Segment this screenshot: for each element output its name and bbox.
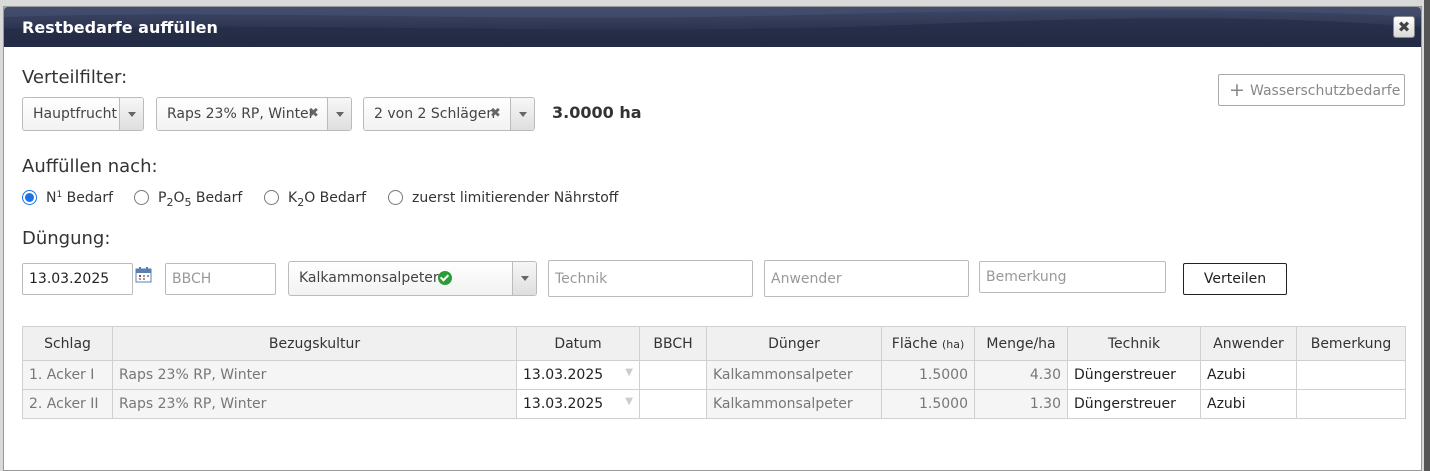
cell-bemerkung[interactable] (1296, 360, 1406, 390)
table-row: 1. Acker I Raps 23% RP, Winter 13.03.202… (22, 360, 1406, 390)
cell-duenger: Kalkammonsalpeter (706, 360, 882, 390)
crop-value: Raps 23% RP, Winter (167, 106, 315, 122)
col-bbch[interactable]: BBCH (639, 326, 707, 361)
cell-schlag: 2. Acker II (22, 389, 113, 419)
filter-label: Verteilfilter: (22, 67, 128, 88)
fertilizer-value: Kalkammonsalpeter (299, 270, 439, 286)
chevron-down-icon[interactable] (512, 262, 536, 295)
verteilen-button[interactable]: Verteilen (1183, 263, 1287, 295)
cell-menge[interactable]: 1.30 (974, 389, 1068, 419)
bemerkung-input[interactable]: Bemerkung (979, 261, 1166, 293)
date-value: 13.03.2025 (29, 271, 110, 287)
col-schlag[interactable]: Schlag (22, 326, 113, 361)
crop-type-select[interactable]: Hauptfrucht (22, 97, 144, 131)
technik-placeholder: Technik (555, 270, 608, 287)
background-window-edge (1424, 0, 1430, 471)
radio-k2o-label: K2O Bedarf (288, 190, 367, 209)
cell-duenger: Kalkammonsalpeter (706, 389, 882, 419)
total-area: 3.0000 ha (552, 103, 642, 122)
dialog-title: Restbedarfe auffüllen (22, 18, 218, 37)
radio-limiting-nutrient[interactable] (388, 190, 403, 205)
col-technik[interactable]: Technik (1067, 326, 1201, 361)
cell-technik[interactable]: Düngerstreuer (1067, 360, 1201, 390)
chevron-down-icon[interactable] (119, 98, 143, 130)
radio-n-bedarf[interactable] (22, 190, 37, 205)
col-duenger[interactable]: Dünger (706, 326, 882, 361)
field-select[interactable]: 2 von 2 Schlägen ✖ (363, 97, 535, 131)
cell-technik[interactable]: Düngerstreuer (1067, 389, 1201, 419)
cell-schlag: 1. Acker I (22, 360, 113, 390)
crop-select[interactable]: Raps 23% RP, Winter ✖ (156, 97, 352, 131)
fert-label: Düngung: (22, 228, 111, 249)
plus-icon: + (1229, 79, 1245, 101)
clear-icon[interactable]: ✖ (308, 106, 319, 121)
chevron-down-icon[interactable]: ▼ (625, 367, 633, 378)
table-header-row: Schlag Bezugskultur Datum BBCH Dünger Fl… (22, 326, 1406, 361)
cell-menge[interactable]: 4.30 (974, 360, 1068, 390)
cell-kultur: Raps 23% RP, Winter (112, 389, 517, 419)
cell-bemerkung[interactable] (1296, 389, 1406, 419)
technik-input[interactable]: Technik (548, 260, 753, 297)
close-icon[interactable]: ✖ (1393, 16, 1415, 38)
date-input[interactable]: 13.03.2025 (22, 263, 133, 295)
water-protection-label: Wasserschutzbedarfe (1250, 83, 1401, 99)
anwender-input[interactable]: Anwender (764, 260, 969, 297)
radio-p2o5-bedarf[interactable] (134, 190, 149, 205)
bbch-placeholder: BBCH (172, 271, 212, 287)
col-flaeche[interactable]: Fläche (ha) (881, 326, 975, 361)
col-anwender[interactable]: Anwender (1200, 326, 1297, 361)
bbch-input[interactable]: BBCH (165, 263, 276, 295)
radio-k2o-bedarf[interactable] (264, 190, 279, 205)
bemerkung-placeholder: Bemerkung (986, 269, 1067, 285)
fertilizer-select[interactable]: Kalkammonsalpeter (288, 261, 537, 296)
cell-bbch[interactable] (639, 389, 707, 419)
field-value: 2 von 2 Schlägen (374, 106, 496, 122)
chevron-down-icon[interactable] (327, 98, 351, 130)
table-row: 2. Acker II Raps 23% RP, Winter 13.03.20… (22, 389, 1406, 419)
radio-limiting-label: zuerst limitierender Nährstoff (412, 190, 619, 206)
cell-datum[interactable]: 13.03.2025 ▼ (516, 389, 640, 419)
col-datum[interactable]: Datum (516, 326, 640, 361)
water-protection-button[interactable]: + Wasserschutzbedarfe (1218, 74, 1405, 106)
fill-label: Auffüllen nach: (22, 156, 158, 177)
col-menge[interactable]: Menge/ha (974, 326, 1068, 361)
clear-icon[interactable]: ✖ (490, 106, 501, 121)
cell-flaeche: 1.5000 (881, 389, 975, 419)
crop-type-value: Hauptfrucht (33, 106, 117, 122)
cell-kultur: Raps 23% RP, Winter (112, 360, 517, 390)
anwender-placeholder: Anwender (771, 270, 842, 287)
check-icon (438, 271, 452, 285)
distribution-table: Schlag Bezugskultur Datum BBCH Dünger Fl… (22, 326, 1406, 419)
calendar-icon[interactable] (135, 266, 152, 283)
chevron-down-icon[interactable] (510, 98, 534, 130)
cell-anwender[interactable]: Azubi (1200, 360, 1297, 390)
col-bemerkung[interactable]: Bemerkung (1296, 326, 1406, 361)
col-bezugskultur[interactable]: Bezugskultur (112, 326, 517, 361)
dialog-restbedarfe: Restbedarfe auffüllen ✖ Verteilfilter: H… (3, 6, 1422, 471)
cell-anwender[interactable]: Azubi (1200, 389, 1297, 419)
radio-n-label: N1 Bedarf (46, 190, 114, 206)
dialog-titlebar[interactable]: Restbedarfe auffüllen ✖ (4, 7, 1421, 47)
cell-bbch[interactable] (639, 360, 707, 390)
chevron-down-icon[interactable]: ▼ (625, 396, 633, 407)
radio-p2o5-label: P2O5 Bedarf (158, 190, 243, 209)
cell-datum[interactable]: 13.03.2025 ▼ (516, 360, 640, 390)
cell-flaeche: 1.5000 (881, 360, 975, 390)
